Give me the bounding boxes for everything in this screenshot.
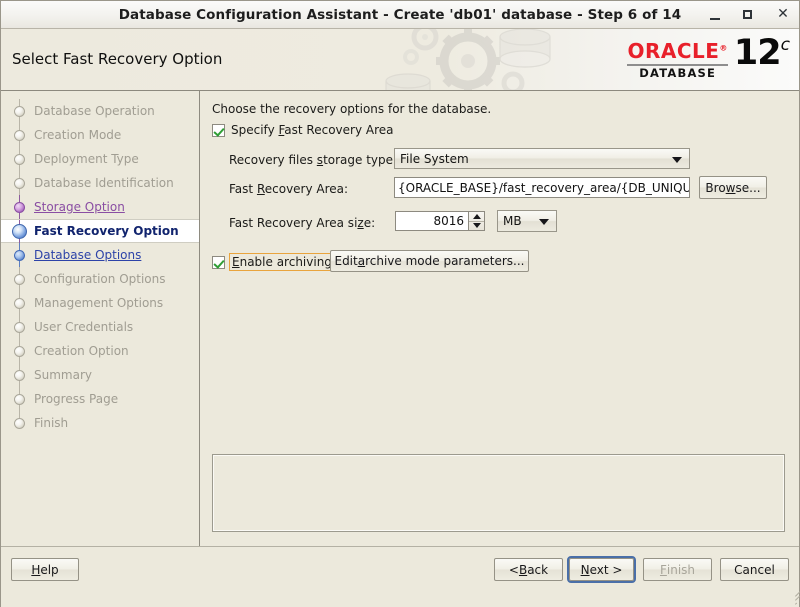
oracle-brand-text: ORACLE®	[627, 39, 728, 63]
sidebar-item-label: Creation Option	[34, 344, 129, 358]
minimize-icon[interactable]	[707, 7, 723, 23]
cancel-button[interactable]: Cancel	[720, 558, 789, 581]
footer-bar: Help < Back Next > Finish Cancel	[1, 546, 800, 607]
spinner-increment-icon[interactable]	[469, 212, 484, 222]
sidebar-item-label: Database Operation	[34, 104, 155, 118]
sidebar-item-label: Storage Option	[34, 200, 125, 214]
sidebar-item-storage-option[interactable]: Storage Option	[1, 195, 199, 219]
step-bullet-icon	[14, 369, 25, 381]
page-title: Select Fast Recovery Option	[12, 50, 223, 68]
enable-archiving-row[interactable]: Enable archiving	[212, 253, 336, 271]
storage-type-combobox[interactable]: File System	[394, 148, 690, 169]
enable-archiving-focus-ring: Enable archiving	[229, 253, 336, 271]
step-bullet-icon	[14, 129, 25, 141]
content-panel: Choose the recovery options for the data…	[200, 91, 799, 546]
sidebar-item-label: Database Options	[34, 248, 142, 262]
help-button[interactable]: Help	[11, 558, 79, 581]
sidebar-item-label: Finish	[34, 416, 69, 430]
step-bullet-icon	[14, 201, 25, 213]
resize-grip-icon[interactable]	[784, 588, 800, 606]
sidebar-item-deployment-type: Deployment Type	[1, 147, 199, 171]
enable-archiving-label: Enable archiving	[232, 255, 332, 269]
fra-path-label: Fast Recovery Area:	[229, 182, 349, 196]
step-bullet-icon	[14, 153, 25, 165]
step-bullet-icon	[14, 345, 25, 357]
oracle-logo: ORACLE® DATABASE 12c	[627, 33, 790, 80]
browse-button[interactable]: Bro w se...	[699, 176, 767, 199]
next-button[interactable]: Next >	[567, 556, 636, 583]
window-body: Database Operation Creation Mode Deploym…	[1, 91, 799, 546]
spinner-buttons[interactable]	[468, 212, 484, 230]
maximize-icon[interactable]	[741, 7, 757, 23]
step-bullet-icon	[14, 273, 25, 285]
step-bullet-icon	[14, 105, 25, 117]
sidebar-item-fast-recovery-option[interactable]: Fast Recovery Option	[1, 219, 199, 244]
finish-button: Finish	[643, 558, 712, 581]
chevron-down-icon	[539, 219, 549, 225]
window-title: Database Configuration Assistant - Creat…	[118, 6, 682, 23]
specify-fast-recovery-area-label: Specify Fast Recovery Area	[231, 123, 394, 137]
step-bullet-icon	[14, 393, 25, 405]
spinner-decrement-icon[interactable]	[469, 222, 484, 231]
oracle-version-text: 12c	[733, 33, 790, 73]
sidebar-item-database-operation: Database Operation	[1, 99, 199, 123]
dbca-window: Database Configuration Assistant - Creat…	[0, 0, 800, 607]
sidebar-item-finish: Finish	[1, 411, 199, 435]
sidebar-item-creation-option: Creation Option	[1, 339, 199, 363]
window-controls: ✕	[707, 1, 791, 28]
message-panel	[212, 454, 785, 532]
sidebar-item-label: Creation Mode	[34, 128, 122, 142]
fra-size-spinner[interactable]: 8016	[395, 211, 485, 231]
wizard-steps-sidebar: Database Operation Creation Mode Deploym…	[1, 91, 200, 546]
fra-path-value: {ORACLE_BASE}/fast_recovery_area/{DB_UNI…	[398, 180, 690, 195]
enable-archiving-checkbox[interactable]	[212, 255, 225, 269]
fra-size-label: Fast Recovery Area size:	[229, 216, 376, 230]
specify-fast-recovery-area-row[interactable]: Specify Fast Recovery Area	[212, 123, 394, 137]
specify-fast-recovery-area-checkbox[interactable]	[212, 123, 225, 137]
sidebar-item-configuration-options: Configuration Options	[1, 267, 199, 291]
sidebar-item-label: Summary	[34, 368, 92, 382]
step-bullet-icon	[14, 177, 25, 189]
fra-size-unit-combobox[interactable]: MB	[497, 210, 557, 232]
title-bar: Database Configuration Assistant - Creat…	[1, 1, 799, 29]
intro-text: Choose the recovery options for the data…	[212, 102, 492, 116]
sidebar-item-label: Deployment Type	[34, 152, 139, 166]
sidebar-item-label: Fast Recovery Option	[34, 224, 179, 238]
oracle-product-text: DATABASE	[639, 66, 717, 80]
sidebar-item-user-credentials: User Credentials	[1, 315, 199, 339]
sidebar-item-label: Database Identification	[34, 176, 174, 190]
sidebar-item-summary: Summary	[1, 363, 199, 387]
sidebar-item-creation-mode: Creation Mode	[1, 123, 199, 147]
back-button[interactable]: < Back	[494, 558, 563, 581]
step-bullet-icon	[14, 297, 25, 309]
chevron-down-icon	[672, 156, 682, 163]
close-icon[interactable]: ✕	[775, 6, 791, 23]
gears-database-art-icon	[385, 29, 551, 90]
fra-path-input[interactable]: {ORACLE_BASE}/fast_recovery_area/{DB_UNI…	[394, 177, 690, 198]
storage-type-label: Recovery files storage type:	[229, 153, 398, 167]
storage-type-value: File System	[400, 151, 469, 166]
sidebar-item-label: Management Options	[34, 296, 164, 310]
sidebar-item-label: Configuration Options	[34, 272, 166, 286]
sidebar-item-progress-page: Progress Page	[1, 387, 199, 411]
sidebar-item-database-options[interactable]: Database Options	[1, 243, 199, 267]
sidebar-item-management-options: Management Options	[1, 291, 199, 315]
step-bullet-icon	[14, 417, 25, 429]
step-bullet-icon	[12, 223, 27, 239]
sidebar-item-label: Progress Page	[34, 392, 119, 406]
step-bullet-icon	[14, 249, 25, 261]
fra-size-unit-value: MB	[503, 214, 522, 228]
step-bullet-icon	[14, 321, 25, 333]
header-banner: Select Fast Recovery Option ORACLE® DATA…	[1, 29, 799, 91]
fra-size-value[interactable]: 8016	[396, 214, 468, 228]
edit-archive-mode-parameters-button[interactable]: Edit a rchive mode parameters...	[330, 250, 529, 272]
sidebar-item-database-identification: Database Identification	[1, 171, 199, 195]
sidebar-item-label: User Credentials	[34, 320, 134, 334]
